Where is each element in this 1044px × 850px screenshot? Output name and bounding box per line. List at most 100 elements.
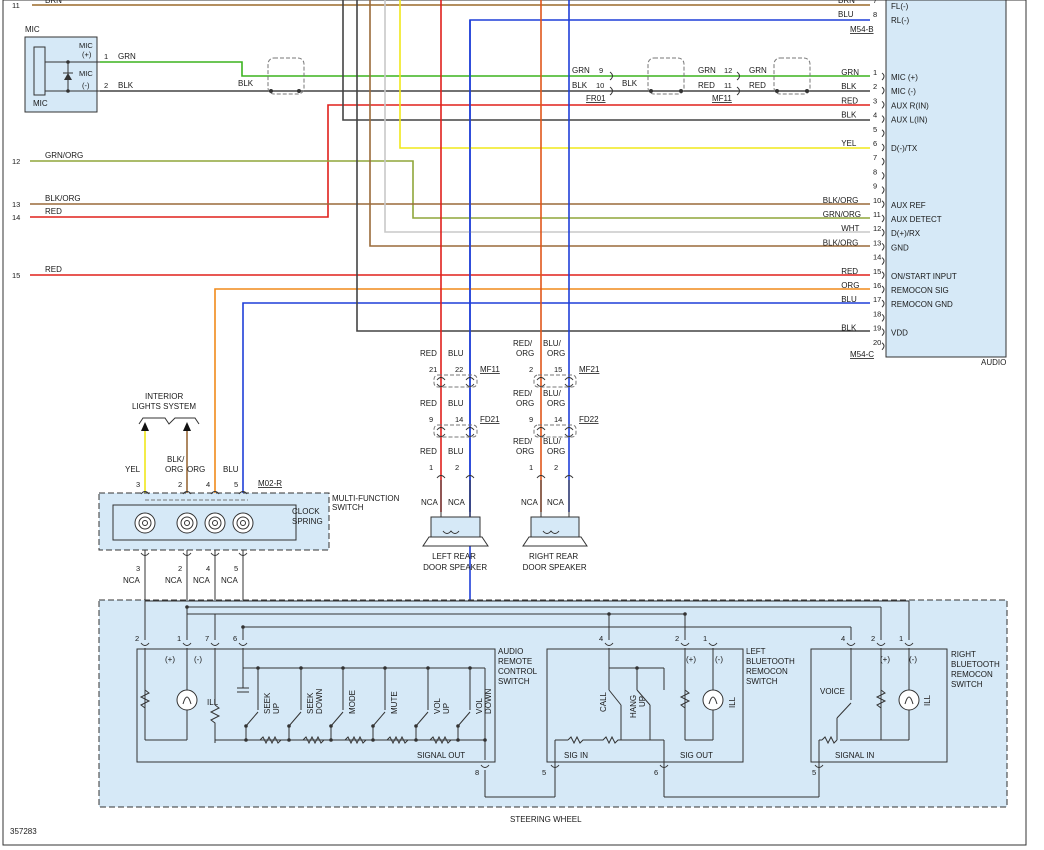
audio-pin-number: 3 [873, 96, 877, 105]
lb-in-pin: 5 [542, 768, 546, 777]
pin-socket-icon [881, 186, 885, 194]
audio-pin-number: 7 [873, 153, 877, 162]
audio-pin-number: 2 [873, 82, 877, 91]
spk-color-b: BLU/ [543, 437, 562, 446]
audio-pin-color: RED [841, 267, 858, 276]
rb-minus: (-) [909, 655, 917, 664]
spk-pin-b: 22 [455, 365, 463, 374]
lb-name-l2: BLUETOOTH [746, 657, 795, 666]
lb-pin: 4 [599, 634, 603, 643]
audio-pin-function: ON/START INPUT [891, 272, 957, 281]
figure-id: 357283 [10, 827, 37, 836]
rb-name-l2: BLUETOOTH [951, 660, 1000, 669]
mic-word-minus: MIC [79, 69, 93, 78]
pin-socket-icon [881, 86, 885, 95]
spk-color-a2: ORG [516, 399, 534, 408]
left-ref-12: 12 [12, 157, 20, 166]
mic-blk-label: BLK [238, 79, 254, 88]
spk-nca-a: NCA [521, 498, 539, 507]
wire-wht-rx [384, 0, 870, 233]
clock-spring-coil-icon [204, 512, 226, 534]
audio-pin-color: RED [841, 96, 858, 105]
audio-pin-number: 20 [873, 338, 881, 347]
audio-pin-number: 8 [873, 167, 877, 176]
lb-pin: 2 [675, 634, 679, 643]
pin-socket-icon [881, 257, 885, 265]
spk-color-a: RED [420, 447, 437, 456]
mfs-pin-number: 4 [206, 480, 210, 489]
pin-socket-icon [881, 72, 885, 81]
mfs-name-l1: MULTI-FUNCTION [332, 494, 400, 503]
audio-pin-function: VDD [891, 329, 908, 338]
wire-blk-vdd [356, 0, 870, 332]
rb-in-pin: 5 [812, 768, 816, 777]
spk-pin-a: 2 [529, 365, 533, 374]
left-ref-15: 15 [12, 271, 20, 280]
clock-l1: CLOCK [292, 507, 320, 516]
mfs-pin-color: BLU [223, 465, 239, 474]
audio-pin-function: GND [891, 243, 909, 252]
wire-blkorg-gnd [369, 0, 870, 247]
pin-socket-icon [881, 143, 885, 152]
spk-connector-id: MF21 [579, 365, 600, 374]
mf11-c1r: GRN [749, 66, 767, 75]
mic-sym-plus: (+) [82, 50, 92, 59]
connector-m54c: M54-C [850, 350, 874, 359]
ar-pin: 7 [205, 634, 209, 643]
audio-pin-number: 5 [873, 125, 877, 134]
spk-pin-b: 14 [455, 415, 463, 424]
clock-spring-coil-icon [232, 512, 254, 534]
spk-pin-a: 1 [429, 463, 433, 472]
audio-pin-number: 19 [873, 324, 881, 333]
lb-up: UP [638, 696, 647, 707]
spk-pin-a: 9 [429, 415, 433, 424]
wiring-diagram: AUDIO M54-B M54-C BRN 7 FL(-) BLU 8 RL(-) 1 GRN… [2, 0, 1027, 846]
clock-spring-coil-icon [134, 512, 156, 534]
audio-pin-function: D(+)/RX [891, 229, 921, 238]
left-color-12: GRN/ORG [45, 151, 83, 160]
audio-pin-number: 17 [873, 295, 881, 304]
illumination-lamp-icon [898, 689, 920, 711]
pin-socket-icon [881, 214, 885, 223]
spk-color-b: BLU [448, 447, 464, 456]
audio-pin-function: AUX R(IN) [891, 101, 929, 110]
pin-socket-icon [881, 299, 885, 308]
steering-wheel: STEERING WHEEL 2 1 7 6(+) (-)ILL SEEK UP SEEK DO… [98, 599, 1008, 824]
ar-minus: (-) [194, 655, 202, 664]
ar-signal: SIGNAL OUT [417, 751, 465, 760]
ar-switch-label-2: UP [272, 703, 281, 714]
mfs-nca-pin: 2 [178, 564, 182, 573]
mfs-pin-number: 5 [234, 480, 238, 489]
clock-l2: SPRING [292, 517, 323, 526]
rb-pin: 2 [871, 634, 875, 643]
left-color-13: BLK/ORG [45, 194, 81, 203]
ar-name-l1: AUDIO [498, 647, 523, 656]
rb-pin: 1 [899, 634, 903, 643]
lb-call: CALL [599, 691, 608, 712]
mf11-p2: 11 [724, 81, 732, 90]
audio-pin-color: BLU [841, 295, 857, 304]
pin-socket-icon [881, 328, 885, 336]
ar-switch-label-2: UP [442, 703, 451, 714]
mfs-nca-pin: 5 [234, 564, 238, 573]
illumination-lamp-icon [176, 689, 198, 711]
audio-pin-function: AUX DETECT [891, 215, 942, 224]
audio-pin-function: AUX L(IN) [891, 116, 928, 125]
steering-label: STEERING WHEEL [510, 815, 582, 824]
spk-connector-id: FD21 [480, 415, 500, 424]
spk-color-a: RED [420, 349, 437, 358]
speaker-cone-icon [422, 536, 489, 547]
spk-pin-b: 2 [455, 463, 459, 472]
mfs-nca-word: NCA [221, 576, 239, 585]
ar-name-l4: SWITCH [498, 677, 530, 686]
mic-component: MIC MIC MIC (+) MIC (-) 1 GRN 2 BLK BLK [24, 25, 305, 113]
lb-out-pin: 6 [654, 768, 658, 777]
ar-plus: (+) [165, 655, 175, 664]
interior-lights: INTERIOR LIGHTS SYSTEM [132, 392, 200, 431]
lb-sig-in: SIG IN [564, 751, 588, 760]
pin-socket-icon [881, 243, 885, 251]
pin-socket-icon [881, 157, 885, 166]
mf11-c1l: GRN [698, 66, 716, 75]
interior-l1: INTERIOR [145, 392, 183, 401]
mf11-p1: 12 [724, 66, 732, 75]
